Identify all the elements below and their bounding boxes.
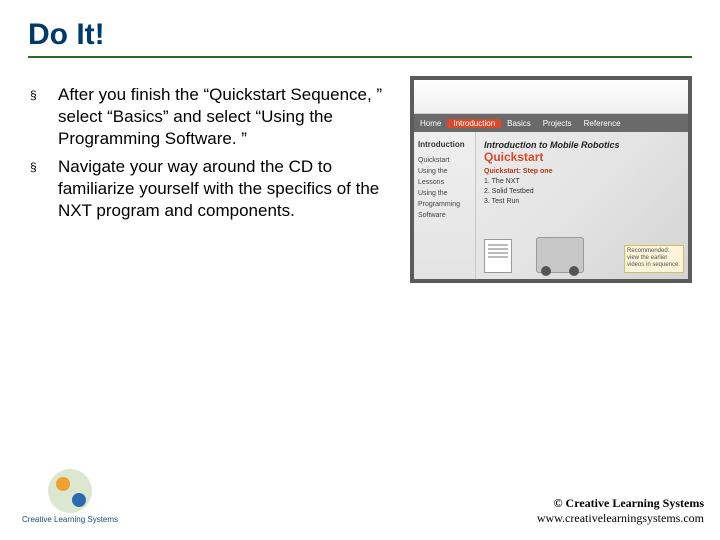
tab: Reference — [578, 119, 627, 128]
thumb-main: Introduction to Mobile Robotics Quicksta… — [476, 132, 688, 279]
sidebar-item: Using the Programming Software — [418, 188, 471, 221]
tab: Home — [414, 119, 447, 128]
bullet-text: After you finish the “Quickstart Sequenc… — [58, 84, 394, 150]
bullet-icon: § — [28, 156, 58, 222]
footer-credit: © Creative Learning Systems www.creative… — [537, 496, 704, 526]
footer-logo: Creative Learning Systems — [22, 469, 118, 524]
sidebar-head: Introduction — [418, 140, 471, 149]
step: 3. Test Run — [484, 197, 682, 207]
step-heading: Quickstart: Step one — [484, 168, 682, 175]
thumb-body: Introduction Quickstart Using the Lesson… — [414, 132, 688, 279]
step: 1. The NXT — [484, 177, 682, 187]
list-item: § Navigate your way around the CD to fam… — [28, 156, 394, 222]
robot-icon — [536, 237, 584, 273]
tab: Projects — [537, 119, 578, 128]
bullet-text: Navigate your way around the CD to famil… — [58, 156, 394, 222]
logo-text: Creative Learning Systems — [22, 515, 118, 524]
sidebar-item: Quickstart — [418, 155, 471, 166]
bullet-icon: § — [28, 84, 58, 150]
copyright: © Creative Learning Systems — [537, 496, 704, 511]
footer-url: www.creativelearningsystems.com — [537, 511, 704, 526]
sidebar-item: Using the Lessons — [418, 166, 471, 188]
content-row: § After you finish the “Quickstart Seque… — [28, 76, 692, 283]
thumb-tabs: Home Introduction Basics Projects Refere… — [414, 114, 688, 132]
tab: Introduction — [447, 119, 501, 128]
embedded-screenshot: Home Introduction Basics Projects Refere… — [410, 76, 692, 283]
tab: Basics — [501, 119, 537, 128]
thumb-header — [414, 80, 688, 114]
thumb-title: Introduction to Mobile Robotics — [484, 140, 682, 150]
bullet-list: § After you finish the “Quickstart Seque… — [28, 76, 394, 283]
step: 2. Solid Testbed — [484, 187, 682, 197]
paper-icon — [484, 239, 512, 273]
thumb-sidebar: Introduction Quickstart Using the Lesson… — [414, 132, 476, 279]
note-box: Recommended: view the earlier videos in … — [624, 245, 684, 273]
logo-icon — [48, 469, 92, 513]
thumb-subtitle: Quickstart — [484, 150, 682, 164]
list-item: § After you finish the “Quickstart Seque… — [28, 84, 394, 150]
slide: Do It! § After you finish the “Quickstar… — [0, 0, 720, 540]
slide-title: Do It! — [28, 18, 692, 58]
